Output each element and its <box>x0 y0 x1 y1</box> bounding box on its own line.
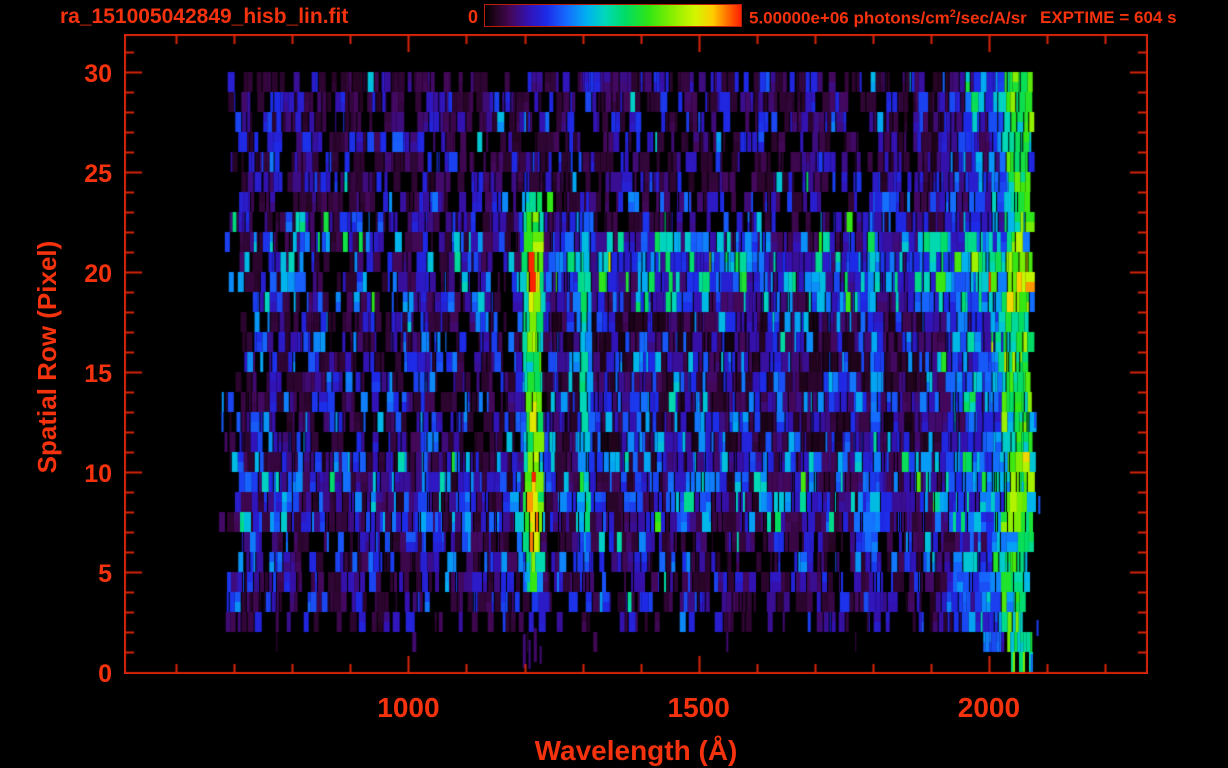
exptime-label: EXPTIME = 604 s <box>1040 8 1177 27</box>
x-tick-label-1000: 1000 <box>377 692 440 723</box>
x-tick-label-1500: 1500 <box>667 692 730 723</box>
y-tick-label-25: 25 <box>84 160 112 188</box>
y-tick-label-0: 0 <box>98 660 112 688</box>
file-title: ra_151005042849_hisb_lin.fit <box>60 5 349 28</box>
colorbar-max-label: 5.00000e+06 photons/cm2/sec/A/sr <box>749 8 1027 29</box>
colorbar <box>484 4 742 27</box>
colorbar-max-units: /sec/A/sr <box>955 8 1027 28</box>
x-axis-title: Wavelength (Å) <box>534 735 738 766</box>
x-tick-label-2000: 2000 <box>957 692 1021 723</box>
colorbar-max-value: 5.00000e+06 photons/cm <box>749 8 950 28</box>
spectrogram-canvas <box>124 34 1148 674</box>
y-axis-title: Spatial Row (Pixel) <box>32 240 62 474</box>
colorbar-min-label: 0 <box>467 7 478 27</box>
y-tick-label-30: 30 <box>84 60 112 88</box>
y-tick-label-5: 5 <box>98 560 112 588</box>
plot-window: ra_151005042849_hisb_lin.fit 0 5.00000e+… <box>0 0 1228 768</box>
